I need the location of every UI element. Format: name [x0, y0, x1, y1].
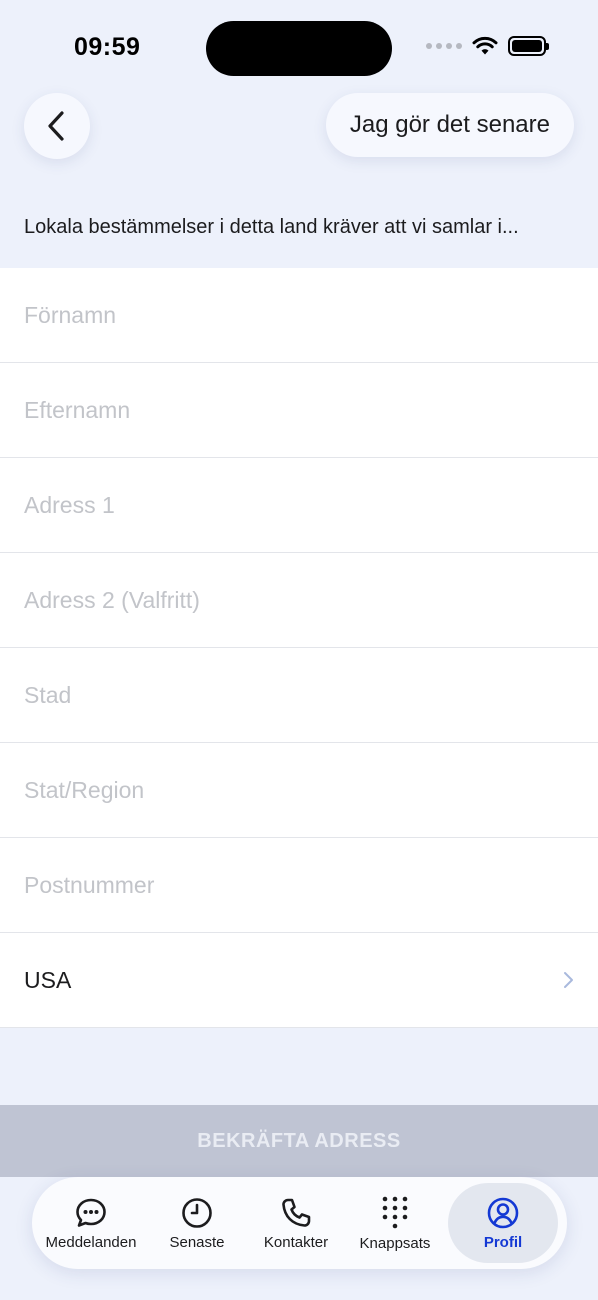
address1-field[interactable] [24, 491, 574, 519]
first-name-row [0, 268, 598, 363]
tab-keypad[interactable]: Knappsats [342, 1183, 448, 1263]
last-name-row [0, 363, 598, 458]
address2-row [0, 553, 598, 648]
tab-profile-label: Profil [483, 1233, 523, 1251]
status-time: 09:59 [74, 33, 141, 61]
country-selector[interactable]: USA [0, 933, 598, 1028]
zip-row [0, 838, 598, 933]
address-form: USA [0, 268, 598, 1028]
zip-field[interactable] [24, 871, 574, 899]
phone-icon [282, 1198, 311, 1227]
state-row [0, 743, 598, 838]
profile-icon [487, 1197, 519, 1228]
country-value: USA [24, 966, 72, 993]
chat-bubble-icon [76, 1198, 106, 1227]
wifi-icon [472, 36, 498, 55]
tab-contacts[interactable]: Kontakter [250, 1183, 342, 1263]
chevron-right-icon [564, 972, 573, 988]
battery-icon [508, 36, 549, 56]
last-name-field[interactable] [24, 396, 574, 424]
tab-messages-label: Meddelanden [45, 1233, 137, 1251]
status-bar: 09:59 [0, 0, 598, 90]
address2-field[interactable] [24, 586, 574, 614]
back-button[interactable] [24, 93, 90, 159]
address1-row [0, 458, 598, 553]
tab-contacts-label: Kontakter [263, 1233, 329, 1251]
first-name-field[interactable] [24, 301, 574, 329]
dynamic-island [206, 21, 392, 76]
tab-bar: Meddelanden Senaste Kontakter Knappsats … [32, 1177, 567, 1269]
state-field[interactable] [24, 776, 574, 804]
tab-profile[interactable]: Profil [448, 1183, 558, 1263]
city-row [0, 648, 598, 743]
tab-recents-label: Senaste [169, 1233, 225, 1251]
confirm-address-button[interactable]: BEKRÄFTA ADRESS [0, 1105, 598, 1177]
regulation-notice: Lokala bestämmelser i detta land kräver … [24, 216, 519, 238]
tab-keypad-label: Knappsats [359, 1234, 431, 1252]
clock-icon [182, 1197, 212, 1228]
status-icons [426, 36, 549, 56]
tab-recents[interactable]: Senaste [144, 1183, 250, 1263]
tab-messages[interactable]: Meddelanden [38, 1183, 144, 1263]
city-field[interactable] [24, 681, 574, 709]
keypad-icon [382, 1196, 408, 1228]
chevron-left-icon [48, 111, 64, 141]
do-it-later-button[interactable]: Jag gör det senare [325, 93, 574, 157]
cellular-signal-icon [426, 43, 462, 49]
